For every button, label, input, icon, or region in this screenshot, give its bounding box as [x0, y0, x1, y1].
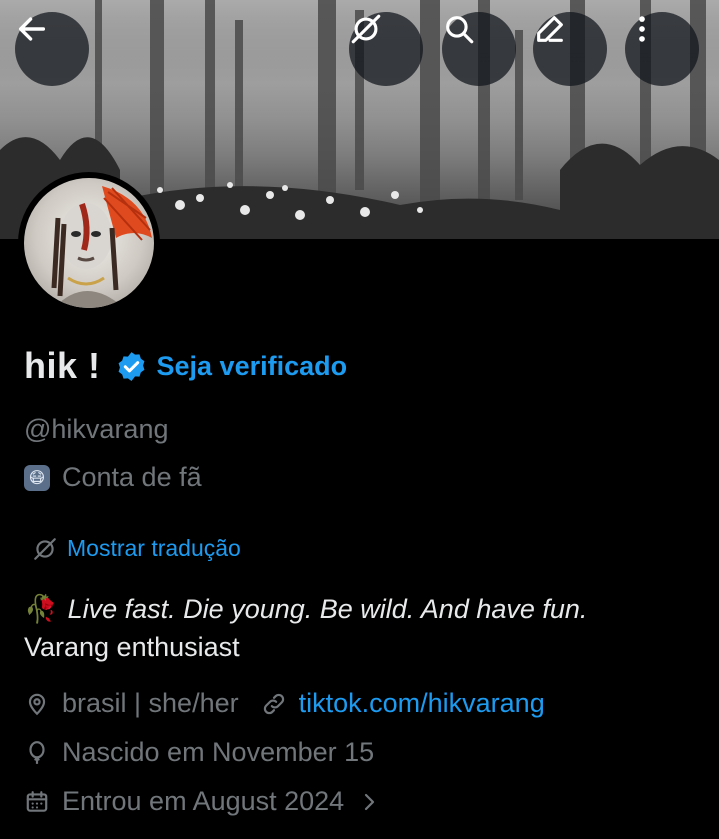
wilted-rose-emoji: 🥀	[24, 594, 58, 624]
location-pin-icon	[24, 691, 50, 717]
website-link[interactable]: tiktok.com/hikvarang	[299, 688, 545, 719]
show-translation-button[interactable]: Mostrar tradução	[32, 535, 241, 562]
account-label-text: Conta de fã	[62, 462, 202, 492]
translate-off-icon	[34, 537, 56, 560]
edit-profile-button[interactable]	[533, 12, 607, 86]
pencil-icon	[537, 16, 563, 42]
get-verified-link[interactable]: Seja verificado	[157, 351, 348, 382]
profile-meta-birthday: Nascido em November 15	[24, 737, 374, 768]
more-options-button[interactable]	[625, 12, 699, 86]
calendar-icon	[24, 789, 50, 815]
account-label: 😷 Conta de fã	[24, 462, 202, 493]
link-icon	[261, 691, 287, 717]
display-name: hik !	[24, 345, 101, 386]
location-text: brasil | she/her	[62, 688, 239, 718]
profile-name-row: hik ! Seja verificado	[24, 345, 347, 387]
back-button[interactable]	[15, 12, 89, 86]
bio-line-1: Live fast. Die young. Be wild. And have …	[67, 594, 588, 624]
arrow-left-icon	[18, 17, 46, 41]
mask-icon: 😷	[24, 464, 50, 491]
avatar-portrait-image	[51, 186, 152, 308]
profile-bio: 🥀 Live fast. Die young. Be wild. And have…	[24, 590, 704, 666]
search-icon	[446, 16, 474, 44]
balloon-icon	[24, 740, 50, 766]
profile-meta-joined[interactable]: Entrou em August 2024	[24, 786, 380, 817]
show-translation-label: Mostrar tradução	[67, 535, 241, 561]
translate-toggle-button[interactable]	[349, 12, 423, 86]
avatar-container[interactable]	[18, 172, 160, 314]
joined-date-text: Entrou em August 2024	[62, 786, 345, 816]
profile-handle: @hikvarang	[24, 414, 169, 444]
birthday-text: Nascido em November 15	[62, 737, 375, 767]
verified-badge-icon	[115, 350, 148, 383]
search-button[interactable]	[442, 12, 516, 86]
chevron-right-icon	[360, 790, 380, 814]
avatar	[24, 178, 154, 308]
more-vertical-icon	[639, 16, 645, 42]
profile-meta-location-website: brasil | she/her tiktok.com/hikvarang	[24, 688, 545, 719]
translate-off-icon	[351, 14, 381, 44]
bio-line-2: Varang enthusiast	[24, 632, 240, 662]
